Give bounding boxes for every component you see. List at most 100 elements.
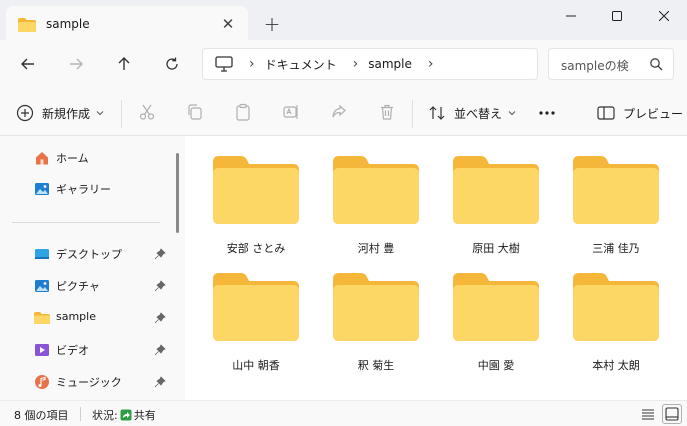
sidebar-item-music[interactable]: ミュージック: [0, 370, 171, 394]
breadcrumb-sample[interactable]: sample: [368, 57, 412, 71]
delete-icon[interactable]: [378, 103, 396, 121]
pin-icon[interactable]: [154, 280, 166, 292]
command-bar: 新規作成 並べ替え プレビュー: [0, 88, 687, 136]
divider: [121, 100, 122, 128]
folder-icon: [213, 273, 299, 341]
up-button[interactable]: [110, 52, 138, 76]
folder-icon: [573, 273, 659, 341]
sidebar-item-label: デスクトップ: [56, 248, 122, 261]
scrollbar-thumb[interactable]: [176, 153, 179, 233]
preview-pane-icon: [597, 106, 615, 120]
music-icon: [35, 375, 49, 389]
copy-icon[interactable]: [186, 103, 204, 121]
preview-button-label: プレビュー: [623, 106, 684, 121]
share-label: 共有: [133, 409, 156, 422]
folder-item[interactable]: 中園 愛: [439, 273, 539, 383]
pin-icon[interactable]: [154, 344, 166, 356]
sort-button[interactable]: 並べ替え: [428, 102, 516, 124]
folder-name: 原田 大樹: [472, 242, 520, 255]
gallery-icon: [35, 183, 49, 195]
folder-item[interactable]: 安部 さとみ: [199, 156, 299, 266]
maximize-icon: [612, 11, 622, 21]
item-count: 8 個の項目: [14, 409, 69, 422]
shared-icon: [120, 409, 132, 421]
folder-name: 河村 豊: [357, 242, 395, 255]
close-icon: [659, 11, 669, 21]
share-icon[interactable]: [330, 103, 348, 121]
videos-icon: [35, 344, 49, 356]
plus-circle-icon: [16, 104, 34, 122]
folder-icon: [34, 312, 50, 324]
chevron-right-icon[interactable]: ›: [428, 56, 434, 72]
maximize-button[interactable]: [594, 0, 640, 32]
refresh-button[interactable]: [158, 52, 186, 76]
large-icons-view-icon: [665, 407, 679, 421]
desktop-icon: [35, 249, 49, 259]
pin-icon[interactable]: [154, 312, 166, 324]
sidebar-item-label: ビデオ: [56, 344, 89, 357]
arrow-left-icon: [21, 58, 34, 70]
details-view-icon[interactable]: [640, 406, 656, 422]
new-button-label: 新規作成: [42, 106, 91, 121]
folder-name: 中園 愛: [477, 359, 515, 372]
breadcrumb-documents[interactable]: ドキュメント: [265, 56, 337, 73]
folder-name: 釈 菊生: [357, 359, 395, 372]
status-text: 状況: 共有: [92, 407, 156, 423]
arrow-up-icon: [118, 57, 130, 70]
sidebar-item-videos[interactable]: ビデオ: [0, 338, 171, 362]
pin-icon[interactable]: [154, 248, 166, 260]
sidebar-item-label: sample: [56, 310, 96, 323]
folder-item[interactable]: 本村 太朗: [559, 273, 659, 383]
preview-button[interactable]: プレビュー: [597, 102, 683, 124]
more-icon: [539, 111, 555, 115]
folder-icon: [333, 273, 419, 341]
paste-icon[interactable]: [234, 103, 252, 121]
folder-name: 三浦 佳乃: [592, 242, 640, 255]
folder-icon: [333, 156, 419, 224]
chevron-right-icon[interactable]: ›: [249, 56, 255, 72]
sidebar-item-sample[interactable]: sample: [0, 306, 171, 330]
sidebar-item-pictures[interactable]: ピクチャ: [0, 274, 171, 298]
folder-item[interactable]: 原田 大樹: [439, 156, 539, 266]
home-icon: [36, 152, 48, 165]
folder-item[interactable]: 河村 豊: [319, 156, 419, 266]
folder-item[interactable]: 三浦 佳乃: [559, 156, 659, 266]
forward-button[interactable]: [62, 52, 90, 76]
breadcrumb[interactable]: › ドキュメント › sample ›: [202, 48, 538, 80]
cut-icon[interactable]: [138, 103, 156, 121]
sidebar-item-home[interactable]: ホーム: [0, 146, 171, 170]
sort-button-label: 並べ替え: [454, 106, 503, 121]
divider: [12, 222, 160, 223]
folder-name: 安部 さとみ: [226, 242, 286, 255]
sidebar-item-label: ホーム: [56, 152, 89, 165]
search-input[interactable]: sampleの検: [548, 48, 674, 80]
folder-icon: [453, 156, 539, 224]
pictures-icon: [35, 280, 49, 292]
search-placeholder: sampleの検: [561, 59, 629, 73]
back-button[interactable]: [14, 52, 42, 76]
minimize-button[interactable]: [548, 0, 594, 32]
arrow-right-icon: [70, 58, 83, 70]
sidebar-item-gallery[interactable]: ギャラリー: [0, 177, 171, 201]
chevron-down-icon: [96, 111, 104, 116]
rename-icon[interactable]: [282, 103, 300, 121]
new-button[interactable]: 新規作成: [16, 102, 104, 124]
folder-icon: [18, 18, 36, 32]
more-options-button[interactable]: [536, 102, 558, 124]
close-tab-icon[interactable]: ✕: [218, 14, 238, 34]
new-tab-button[interactable]: +: [260, 12, 284, 36]
sidebar-item-label: ギャラリー: [56, 183, 111, 196]
tab-title: sample: [46, 17, 90, 31]
folder-icon: [573, 156, 659, 224]
sidebar-item-desktop[interactable]: デスクトップ: [0, 242, 171, 266]
chevron-right-icon[interactable]: ›: [353, 56, 359, 72]
computer-icon: [215, 56, 233, 72]
pin-icon[interactable]: [154, 376, 166, 388]
large-icons-view-button[interactable]: [662, 404, 682, 424]
search-icon: [650, 58, 663, 71]
folder-item[interactable]: 山中 朝香: [199, 273, 299, 383]
close-window-button[interactable]: [641, 0, 687, 32]
folder-item[interactable]: 釈 菊生: [319, 273, 419, 383]
chevron-down-icon: [508, 111, 516, 116]
address-row: › ドキュメント › sample › sampleの検: [0, 40, 687, 88]
